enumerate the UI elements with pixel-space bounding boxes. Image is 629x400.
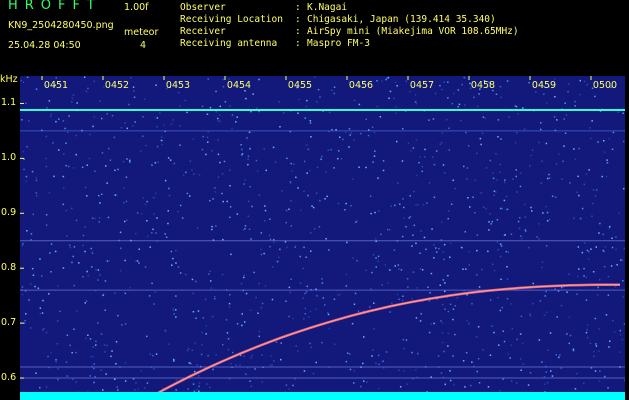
frequency-tick-label: 1.1 bbox=[1, 97, 17, 109]
filename-label: KN9_2504280450.png bbox=[8, 20, 114, 31]
info-value: Maspro FM-3 bbox=[307, 38, 370, 49]
info-key: Receiving antenna bbox=[180, 38, 278, 49]
frequency-tick-label: 0.6 bbox=[1, 372, 17, 384]
noise-floor bbox=[20, 392, 625, 400]
info-value: AirSpy mini (Miakejima VOR 108.65MHz) bbox=[307, 26, 519, 37]
time-tick-label: 0453 bbox=[166, 80, 190, 91]
info-row-location: Receiving Location: Chigasaki, Japan (139… bbox=[180, 14, 496, 25]
info-value: K.Nagai bbox=[307, 2, 348, 13]
mode-value: 4 bbox=[140, 40, 147, 51]
info-row-receiver: Receiver: AirSpy mini (Miakejima VOR 108.… bbox=[180, 26, 519, 37]
frequency-tick-label: 1.0 bbox=[1, 152, 17, 164]
info-row-antenna: Receiving antenna: Maspro FM-3 bbox=[180, 38, 370, 49]
spectrogram-panel: kHz 1.1 1.0 0.9 0.8 0.7 0.6 0451 0452 0453 0454 0… bbox=[0, 74, 629, 400]
mode-label: meteor bbox=[124, 27, 159, 38]
info-row-observer: Observer: K.Nagai bbox=[180, 2, 348, 13]
spectrogram-background bbox=[20, 76, 625, 400]
time-tick-label: 0454 bbox=[227, 80, 251, 91]
time-tick-label: 0500 bbox=[593, 80, 617, 91]
time-tick-label: 0451 bbox=[44, 80, 68, 91]
frequency-unit: kHz bbox=[0, 74, 18, 85]
datetime-label: 25.04.28 04:50 bbox=[8, 40, 81, 51]
time-tick-label: 0459 bbox=[532, 80, 556, 91]
frequency-tick-label: 0.8 bbox=[1, 262, 17, 274]
time-tick-label: 0452 bbox=[105, 80, 129, 91]
frequency-tick-label: 0.9 bbox=[1, 207, 17, 219]
time-tick-label: 0455 bbox=[288, 80, 312, 91]
time-tick-label: 0458 bbox=[471, 80, 495, 91]
frequency-tick-label: 0.7 bbox=[1, 317, 17, 329]
info-key: Receiving Location bbox=[180, 14, 283, 25]
spectrogram-image: 0451 0452 0453 0454 0455 0456 0457 0458 0459 0500 bbox=[20, 76, 625, 400]
app-title: HROFFT bbox=[8, 0, 102, 13]
time-tick-label: 0457 bbox=[410, 80, 434, 91]
header: HROFFT 1.00f KN9_2504280450.png meteor 2… bbox=[0, 0, 629, 76]
frequency-axis: kHz 1.1 1.0 0.9 0.8 0.7 0.6 bbox=[0, 74, 20, 400]
info-key: Observer bbox=[180, 2, 226, 13]
version-label: 1.00f bbox=[124, 2, 149, 13]
info-key: Receiver bbox=[180, 26, 226, 37]
time-tick-label: 0456 bbox=[349, 80, 373, 91]
info-value: Chigasaki, Japan (139.414 35.340) bbox=[307, 14, 496, 25]
